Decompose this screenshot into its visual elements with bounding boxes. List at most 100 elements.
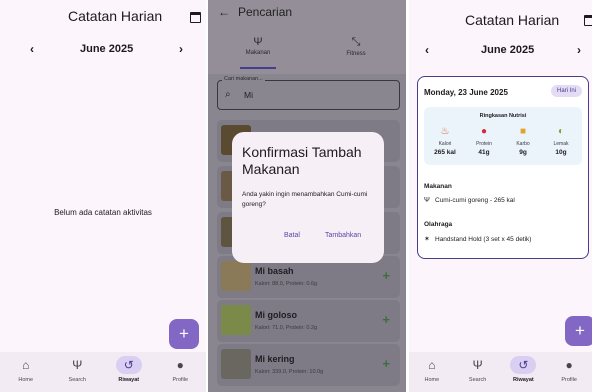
calendar-icon[interactable] <box>190 12 201 23</box>
calendar-icon[interactable] <box>584 15 592 26</box>
nutrition-summary: Ringkasan Nutrisi ♨ Kalori 265 kal ● Pro… <box>424 107 582 165</box>
nutrition-label: Karbo <box>516 141 530 147</box>
page-title: Catatan Harian <box>465 12 560 28</box>
avocado-icon: ◐ <box>557 126 565 137</box>
add-button[interactable]: Tambahkan <box>325 232 361 239</box>
nav-profile[interactable]: ● Profile <box>160 356 200 383</box>
food-thumbnail <box>221 261 251 291</box>
prev-month-button[interactable]: ‹ <box>30 42 34 56</box>
back-arrow-icon[interactable]: ← <box>218 5 230 19</box>
prev-month-button[interactable]: ‹ <box>425 43 429 57</box>
home-icon: ⌂ <box>428 358 436 372</box>
fork-knife-icon: Ψ <box>72 358 83 372</box>
add-food-button[interactable]: + <box>382 268 390 283</box>
nutrition-title: Ringkasan Nutrisi <box>479 113 527 119</box>
food-name: Mi goloso <box>255 310 297 320</box>
dumbbell-icon: ⤡ <box>351 36 361 48</box>
cancel-button[interactable]: Batal <box>284 232 300 239</box>
food-thumbnail <box>221 349 251 379</box>
card-date: Monday, 23 June 2025 <box>424 88 508 97</box>
nav-label: Profile <box>172 377 189 383</box>
food-meta: Kalori: 71.0, Protein: 0.2g <box>255 325 318 331</box>
food-name: Mi basah <box>255 266 294 276</box>
exercise-heading: Olahraga <box>424 221 453 228</box>
nav-label: Riwayat <box>512 377 534 383</box>
nav-label: Profile <box>561 377 577 383</box>
food-name: Mi kering <box>255 354 295 364</box>
fork-knife-icon: Ψ <box>472 358 483 372</box>
food-meta: Kalori: 88.0, Protein: 0.6g <box>255 281 318 287</box>
tab-label: Makanan <box>245 50 271 56</box>
home-icon: ⌂ <box>22 358 30 372</box>
list-item[interactable]: Mi goloso Kalori: 71.0, Protein: 0.2g + <box>217 300 400 342</box>
meat-icon: ● <box>480 126 488 137</box>
exercise-icon: ✶ <box>424 236 430 243</box>
bread-icon: ■ <box>519 126 527 137</box>
history-icon: ↺ <box>115 356 142 374</box>
search-screen: ← Pencarian Ψ Makanan ⤡ Fitness Cari mak… <box>208 0 406 392</box>
nav-home[interactable]: ⌂ Home <box>412 356 452 383</box>
search-field-label: Cari makanan... <box>222 76 265 82</box>
food-meta: Kalori: 339.0, Protein: 10.0g <box>255 369 324 375</box>
nav-riwayat[interactable]: ↺ Riwayat <box>109 356 149 383</box>
meal-item-text: Cumi-cumi goreng - 265 kal <box>435 197 515 204</box>
history-icon: ↺ <box>510 356 537 374</box>
confirm-dialog: Konfirmasi Tambah Makanan Anda yakin ing… <box>232 132 384 263</box>
nutrition-label: Kalori <box>438 141 452 147</box>
fork-knife-icon: Ψ <box>253 36 263 48</box>
add-fab-button[interactable]: + <box>565 316 592 346</box>
person-icon: ● <box>565 358 573 372</box>
exercise-item: ✶ Handstand Hold (3 set x 45 detik) <box>424 235 531 243</box>
dialog-body: Anda yakin ingin menambahkan Cumi-cumi g… <box>242 191 368 208</box>
active-tab-indicator <box>240 67 276 69</box>
day-summary-card[interactable]: Monday, 23 June 2025 Hari Ini Ringkasan … <box>417 76 589 259</box>
exercise-item-text: Handstand Hold (3 set x 45 detik) <box>435 236 532 243</box>
nav-label: Search <box>68 377 86 383</box>
nutrition-label: Protein <box>476 141 492 147</box>
nav-label: Search <box>468 377 487 383</box>
search-icon: ⌕ <box>225 89 231 100</box>
nutrition-value: 9g <box>519 149 527 156</box>
nutrition-value: 41g <box>478 149 490 156</box>
list-item[interactable]: Mi kering Kalori: 339.0, Protein: 10.0g … <box>217 344 400 386</box>
search-value[interactable]: Mi <box>244 90 253 100</box>
daily-log-screen-empty: Catatan Harian ‹ June 2025 › Belum ada c… <box>0 0 206 392</box>
nutrition-fat: ◐ Lemak 10g <box>543 126 579 156</box>
food-thumbnail <box>221 305 251 335</box>
add-food-button[interactable]: + <box>382 356 390 371</box>
nav-home[interactable]: ⌂ Home <box>6 356 46 383</box>
nav-profile[interactable]: ● Profile <box>549 356 589 383</box>
add-fab-button[interactable]: + <box>169 319 199 349</box>
nav-riwayat[interactable]: ↺ Riwayat <box>503 356 543 383</box>
tab-fitness[interactable]: ⤡ Fitness <box>326 36 386 57</box>
fork-knife-icon: Ψ <box>424 197 430 204</box>
dialog-title: Konfirmasi Tambah Makanan <box>242 144 362 177</box>
today-badge: Hari Ini <box>550 85 582 97</box>
daily-log-screen: Catatan Harian ‹ June 2025 › Monday, 23 … <box>409 0 592 392</box>
add-food-button[interactable]: + <box>382 312 390 327</box>
nav-label: Home <box>18 377 34 383</box>
empty-state-message: Belum ada catatan aktivitas <box>54 208 152 217</box>
nutrition-value: 10g <box>555 149 567 156</box>
fire-icon: ♨ <box>440 126 450 137</box>
nav-search[interactable]: Ψ Search <box>458 356 498 383</box>
tab-makanan[interactable]: Ψ Makanan <box>228 36 288 56</box>
nav-search[interactable]: Ψ Search <box>57 356 97 383</box>
nutrition-calories: ♨ Kalori 265 kal <box>427 126 463 156</box>
meal-item: Ψ Cumi-cumi goreng - 265 kal <box>424 197 515 204</box>
nav-label: Riwayat <box>118 377 140 383</box>
next-month-button[interactable]: › <box>577 43 581 57</box>
next-month-button[interactable]: › <box>179 42 183 56</box>
page-title: Pencarian <box>238 5 293 19</box>
nutrition-carbs: ■ Karbo 9g <box>505 126 541 156</box>
tab-label: Fitness <box>346 51 366 57</box>
person-icon: ● <box>176 358 184 372</box>
meals-heading: Makanan <box>424 183 452 190</box>
nutrition-value: 265 kal <box>434 149 456 156</box>
page-title: Catatan Harian <box>68 8 163 24</box>
month-label: June 2025 <box>80 43 134 55</box>
month-label: June 2025 <box>481 44 535 56</box>
nutrition-protein: ● Protein 41g <box>466 126 502 156</box>
bottom-nav: ⌂ Home Ψ Search ↺ Riwayat ● Profile <box>409 352 592 392</box>
nutrition-label: Lemak <box>553 141 569 147</box>
